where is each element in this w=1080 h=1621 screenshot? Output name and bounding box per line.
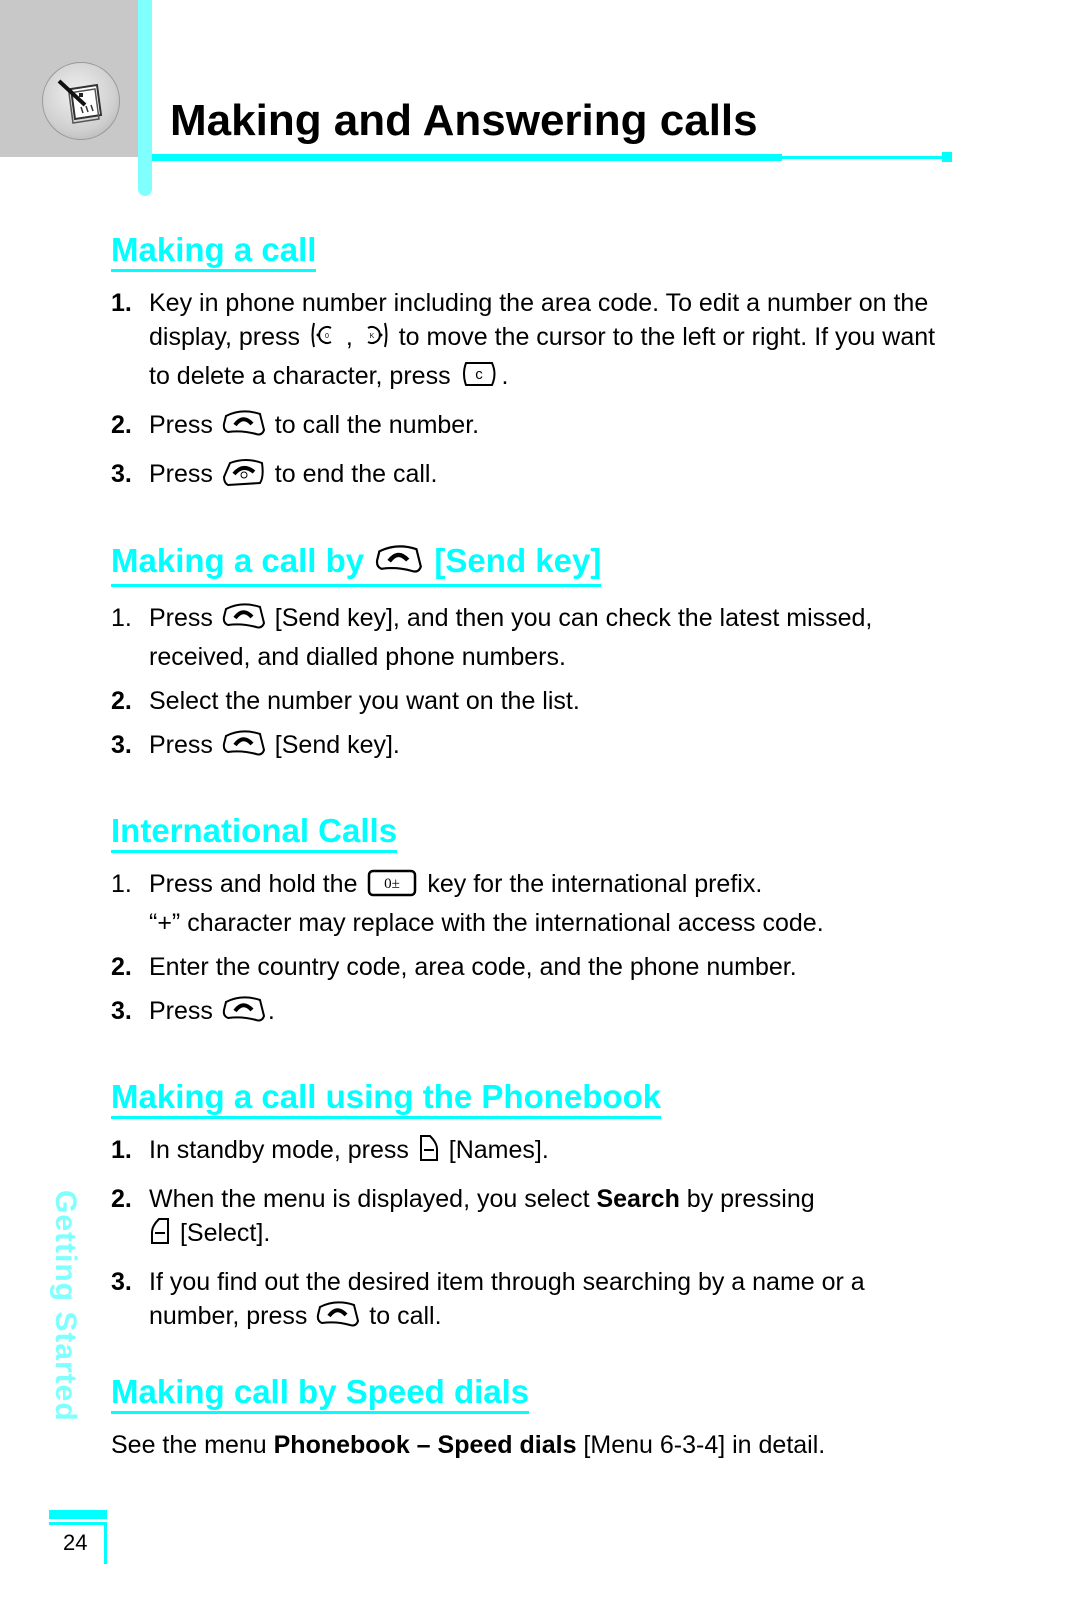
end-key-icon bbox=[222, 457, 266, 496]
content: Making a call 1. Key in phone number inc… bbox=[111, 232, 961, 1462]
steps-list: 1. Press [Send key], and then you can ch… bbox=[111, 601, 961, 767]
step-number: 1. bbox=[111, 1136, 132, 1164]
step-text: Press bbox=[149, 460, 220, 488]
step: 2. When the menu is displayed, you selec… bbox=[111, 1182, 961, 1255]
step-text: [Select]. bbox=[173, 1219, 271, 1247]
step-text: , bbox=[338, 323, 360, 351]
step: 3. Press . bbox=[111, 994, 961, 1033]
title-underline-thick bbox=[152, 154, 782, 161]
section-making-call-by-speed-dials: Making call by Speed dials See the menu … bbox=[111, 1374, 961, 1462]
step: 1. Press [Send key], and then you can ch… bbox=[111, 601, 961, 674]
speed-dials-paragraph: See the menu Phonebook – Speed dials [Me… bbox=[111, 1428, 961, 1462]
section-international-calls: International Calls 1. Press and hold th… bbox=[111, 813, 961, 1033]
step-text: Enter the country code, area code, and t… bbox=[149, 953, 797, 981]
step-number: 3. bbox=[111, 1268, 132, 1296]
steps-list: 1. Press and hold the 0± key for the int… bbox=[111, 867, 961, 1033]
section-title-text: Making a call by bbox=[111, 542, 374, 579]
send-key-icon bbox=[316, 1299, 360, 1338]
step-text: . bbox=[267, 997, 275, 1025]
step: 1. Press and hold the 0± key for the int… bbox=[111, 867, 961, 940]
header-vertical-bar bbox=[138, 0, 152, 196]
section-making-a-call-by-send-key: Making a call by [Send key] 1. Press [Se… bbox=[111, 542, 961, 767]
step: 1. Key in phone number including the are… bbox=[111, 286, 961, 398]
paragraph-text: [Menu 6-3-4] in detail. bbox=[576, 1431, 826, 1459]
clear-key-icon: c bbox=[460, 359, 500, 398]
step-number: 1. bbox=[111, 870, 132, 898]
notepad-pen-icon bbox=[42, 62, 120, 140]
step-text: Press bbox=[149, 731, 220, 759]
step-text: Press bbox=[149, 997, 220, 1025]
svg-text:0±: 0± bbox=[385, 876, 401, 892]
right-soft-key-icon bbox=[418, 1133, 440, 1172]
nav-right-key-icon: K bbox=[362, 320, 390, 359]
step-number: 3. bbox=[111, 460, 132, 488]
step-text: Press bbox=[149, 604, 220, 632]
step-text: key for the international prefix. bbox=[420, 870, 763, 898]
step-number: 2. bbox=[111, 1185, 132, 1213]
step-note: “+” character may replace with the inter… bbox=[149, 909, 824, 937]
page-title: Making and Answering calls bbox=[170, 96, 758, 145]
step-text: to end the call. bbox=[267, 460, 438, 488]
svg-text:c: c bbox=[475, 366, 483, 383]
left-soft-key-icon bbox=[149, 1216, 171, 1255]
svg-text:K: K bbox=[369, 333, 374, 340]
step: 3. Press [Send key]. bbox=[111, 728, 961, 767]
steps-list: 1. Key in phone number including the are… bbox=[111, 286, 961, 496]
step-text: If you find out the desired item through… bbox=[149, 1268, 865, 1330]
send-key-icon bbox=[222, 728, 266, 767]
section-title: Making a call using the Phonebook bbox=[111, 1079, 662, 1119]
step-number: 1. bbox=[111, 604, 132, 632]
step-text: [Names]. bbox=[441, 1136, 549, 1164]
step-text: [Send key]. bbox=[267, 731, 400, 759]
section-title: Making a call bbox=[111, 232, 317, 272]
step-number: 2. bbox=[111, 953, 132, 981]
step-text: In standby mode, press bbox=[149, 1136, 416, 1164]
page-number-rule bbox=[49, 1522, 107, 1525]
step-number: 3. bbox=[111, 997, 132, 1025]
send-key-icon bbox=[222, 601, 266, 640]
section-title: Making a call by [Send key] bbox=[111, 542, 602, 587]
section-title-text: [Send key] bbox=[425, 542, 602, 579]
step: 3. If you find out the desired item thro… bbox=[111, 1265, 961, 1338]
chapter-label-text: Getting Started bbox=[49, 1190, 82, 1422]
nav-left-key-icon: 0 bbox=[309, 320, 337, 359]
section-title: International Calls bbox=[111, 813, 398, 853]
step-text: Press bbox=[149, 411, 220, 439]
section-title: Making call by Speed dials bbox=[111, 1374, 530, 1414]
step-text: . bbox=[501, 362, 509, 390]
step: 1. In standby mode, press [Names]. bbox=[111, 1133, 961, 1172]
step-text: When the menu is displayed, you select bbox=[149, 1185, 597, 1213]
send-key-icon bbox=[222, 994, 266, 1033]
step-text: Select the number you want on the list. bbox=[149, 687, 580, 715]
page-number: 24 bbox=[63, 1530, 88, 1555]
step-text: to call the number. bbox=[267, 411, 480, 439]
chapter-side-label: Getting Started bbox=[44, 1190, 84, 1490]
title-underline-end bbox=[942, 152, 952, 162]
paragraph-text-bold: Phonebook – Speed dials bbox=[273, 1431, 577, 1459]
send-key-icon bbox=[375, 542, 423, 583]
page-number-rule-vertical bbox=[104, 1522, 107, 1564]
step: 3. Press to end the call. bbox=[111, 457, 961, 496]
steps-list: 1. In standby mode, press [Names]. 2. Wh… bbox=[111, 1133, 961, 1338]
step-number: 2. bbox=[111, 411, 132, 439]
step-text: by pressing bbox=[679, 1185, 815, 1213]
page-number-bar bbox=[49, 1510, 107, 1519]
paragraph-text: See the menu bbox=[111, 1431, 274, 1459]
step-number: 2. bbox=[111, 687, 132, 715]
step-text-bold: Search bbox=[596, 1185, 680, 1213]
step: 2. Enter the country code, area code, an… bbox=[111, 950, 961, 984]
svg-text:0: 0 bbox=[325, 333, 329, 340]
section-making-a-call-using-phonebook: Making a call using the Phonebook 1. In … bbox=[111, 1079, 961, 1338]
section-making-a-call: Making a call 1. Key in phone number inc… bbox=[111, 232, 961, 496]
step-number: 1. bbox=[111, 289, 132, 317]
step: 2. Press to call the number. bbox=[111, 408, 961, 447]
step-text: to call. bbox=[362, 1302, 442, 1330]
step-text: Press and hold the bbox=[149, 870, 365, 898]
step-number: 3. bbox=[111, 731, 132, 759]
send-key-icon bbox=[222, 408, 266, 447]
step: 2. Select the number you want on the lis… bbox=[111, 684, 961, 718]
title-underline-thin bbox=[782, 156, 942, 159]
zero-plus-key-icon: 0± bbox=[366, 867, 418, 906]
